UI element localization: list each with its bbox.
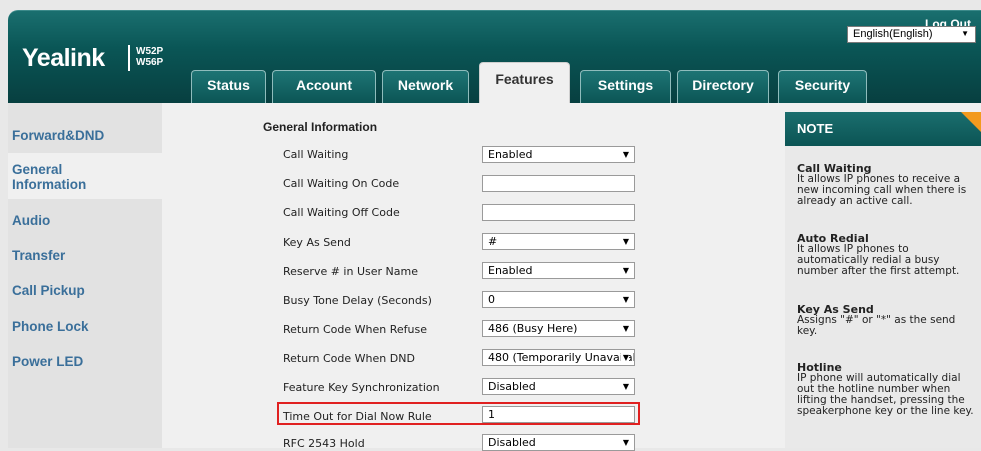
note-auto-redial: Auto Redial It allows IP phones to autom… [797, 233, 977, 277]
row-label-reserve-hash: Reserve # in User Name [283, 265, 418, 278]
sidebar-item-call-pickup[interactable]: Call Pickup [12, 283, 85, 298]
language-value: English(English) [853, 28, 933, 40]
feature-key-sync-value: Disabled [488, 380, 536, 393]
tab-status[interactable]: Status [191, 70, 266, 103]
note-header: NOTE [785, 112, 981, 146]
busy-tone-delay-select[interactable]: 0 ▼ [482, 291, 635, 308]
sidebar-item-transfer[interactable]: Transfer [12, 248, 65, 263]
key-as-send-select[interactable]: # ▼ [482, 233, 635, 250]
note-title: NOTE [797, 121, 834, 136]
note-call-waiting-text: It allows IP phones to receive a new inc… [797, 173, 967, 207]
return-code-refuse-value: 486 (Busy Here) [488, 322, 578, 335]
call-waiting-on-code-input[interactable] [482, 175, 635, 192]
highlight-box [277, 402, 640, 425]
rfc2543-hold-select[interactable]: Disabled ▼ [482, 434, 635, 451]
model-w52p: W52P [136, 46, 164, 57]
chevron-down-icon: ▼ [620, 295, 629, 304]
busy-tone-delay-value: 0 [488, 293, 495, 306]
row-label-call-waiting: Call Waiting [283, 148, 349, 161]
tab-settings[interactable]: Settings [580, 70, 671, 103]
reserve-hash-select[interactable]: Enabled ▼ [482, 262, 635, 279]
chevron-down-icon: ▼ [620, 150, 629, 159]
key-as-send-value: # [488, 235, 498, 248]
return-code-dnd-select[interactable]: 480 (Temporarily Unavailable)▼ [482, 349, 635, 366]
model-names: W52P W56P [136, 46, 163, 68]
row-label-busy-tone-delay: Busy Tone Delay (Seconds) [283, 294, 432, 307]
call-waiting-select[interactable]: Enabled ▼ [482, 146, 635, 163]
chevron-down-icon: ▼ [620, 438, 629, 447]
sidebar-item-phone-lock[interactable]: Phone Lock [12, 319, 89, 334]
sidebar-item-forward-dnd[interactable]: Forward&DND [12, 128, 104, 143]
tab-network[interactable]: Network [382, 70, 469, 103]
tab-security[interactable]: Security [778, 70, 867, 103]
logo-divider [128, 45, 130, 71]
sidebar-item-general-information[interactable]: General Information [12, 162, 112, 192]
feature-key-sync-select[interactable]: Disabled ▼ [482, 378, 635, 395]
return-code-refuse-select[interactable]: 486 (Busy Here) ▼ [482, 320, 635, 337]
return-code-dnd-value: 480 (Temporarily Unavailable) [488, 351, 634, 364]
language-select[interactable]: English(English) ▼ [847, 26, 976, 43]
chevron-down-icon: ▼ [620, 324, 629, 333]
sidebar-item-audio[interactable]: Audio [12, 213, 50, 228]
rfc2543-hold-value: Disabled [488, 436, 536, 449]
page: Yealink W52P W56P Log Out English(Englis… [0, 0, 981, 451]
chevron-down-icon: ▼ [961, 29, 969, 38]
note-hotline: Hotline IP phone will automatically dial… [797, 362, 977, 417]
call-waiting-value: Enabled [488, 148, 533, 161]
yealink-logo: Yealink [22, 44, 105, 72]
row-label-feature-key-sync: Feature Key Synchronization [283, 381, 440, 394]
call-waiting-off-code-input[interactable] [482, 204, 635, 221]
chevron-down-icon: ▼ [620, 353, 629, 362]
row-label-call-waiting-on-code: Call Waiting On Code [283, 177, 400, 190]
note-key-as-send-text: Assigns "#" or "*" as the send key. [797, 314, 956, 337]
row-label-return-code-refuse: Return Code When Refuse [283, 323, 427, 336]
tab-directory[interactable]: Directory [677, 70, 769, 103]
reserve-hash-value: Enabled [488, 264, 533, 277]
row-label-rfc2543-hold: RFC 2543 Hold [283, 437, 365, 450]
chevron-down-icon: ▼ [620, 266, 629, 275]
chevron-down-icon: ▼ [620, 382, 629, 391]
row-label-key-as-send: Key As Send [283, 236, 351, 249]
row-label-return-code-dnd: Return Code When DND [283, 352, 415, 365]
section-title: General Information [263, 120, 378, 134]
model-w56p: W56P [136, 57, 164, 68]
note-auto-redial-text: It allows IP phones to automatically red… [797, 243, 960, 277]
note-hotline-text: IP phone will automatically dial out the… [797, 372, 974, 417]
note-key-as-send: Key As Send Assigns "#" or "*" as the se… [797, 304, 977, 337]
sidebar-item-power-led[interactable]: Power LED [12, 354, 83, 369]
tab-features[interactable]: Features [479, 62, 570, 104]
tab-account[interactable]: Account [272, 70, 376, 103]
note-call-waiting: Call Waiting It allows IP phones to rece… [797, 163, 977, 207]
row-label-call-waiting-off-code: Call Waiting Off Code [283, 206, 400, 219]
chevron-down-icon: ▼ [620, 237, 629, 246]
corner-accent-icon [961, 112, 981, 132]
